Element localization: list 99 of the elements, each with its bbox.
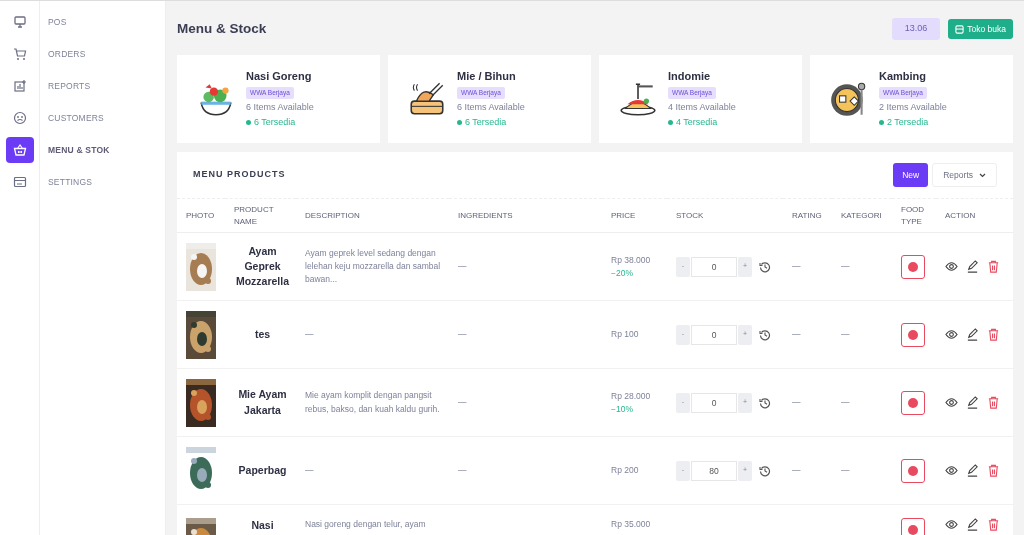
category-name: Indomie bbox=[668, 69, 711, 85]
sidebar-item[interactable]: POS bbox=[40, 9, 165, 35]
status-dot bbox=[668, 120, 673, 126]
view-icon[interactable] bbox=[945, 396, 958, 409]
category-name: Nasi Goreng bbox=[246, 69, 312, 85]
history-icon[interactable] bbox=[759, 260, 771, 273]
price-text: Rp 28.000 bbox=[611, 389, 652, 403]
new-button[interactable]: New bbox=[893, 162, 929, 188]
category-text: — bbox=[841, 329, 850, 340]
category-text: — bbox=[841, 397, 850, 408]
sidebar-item[interactable]: REPORTS bbox=[40, 73, 165, 99]
available-count: 4 Tersedia bbox=[676, 116, 718, 130]
view-icon[interactable] bbox=[945, 518, 958, 531]
price-text: Rp 35.000 bbox=[611, 518, 652, 531]
edit-icon[interactable] bbox=[966, 328, 979, 341]
store-open-button[interactable]: Toko buka bbox=[948, 18, 1013, 40]
category-name: Mie / Bihun bbox=[457, 69, 516, 85]
items-count: 6 Items Available bbox=[457, 100, 525, 114]
column-header: INGREDIENTS bbox=[458, 210, 513, 220]
stock-field[interactable]: 0 bbox=[691, 256, 737, 277]
column-header: ACTION bbox=[945, 210, 976, 220]
rating-text: — bbox=[792, 397, 801, 408]
reports-dropdown[interactable]: Reports bbox=[932, 162, 997, 188]
sidebar-item[interactable]: CUSTOMERS bbox=[40, 105, 165, 131]
column-header: FOOD TYPE bbox=[901, 205, 925, 226]
price-text: Rp 38.000 bbox=[611, 253, 652, 267]
discount-text: −20% bbox=[611, 266, 634, 280]
ingredients-text: — bbox=[458, 465, 467, 476]
available-count: 6 Tersedia bbox=[254, 116, 296, 130]
sidebar-item[interactable]: SETTINGS bbox=[40, 169, 165, 195]
card-icon bbox=[12, 175, 27, 189]
history-icon[interactable] bbox=[759, 396, 771, 409]
product-name: Mie Ayam Jakarta bbox=[237, 387, 288, 418]
discount-text: −10% bbox=[611, 402, 634, 416]
category-text: — bbox=[841, 261, 850, 272]
stock-field[interactable]: 0 bbox=[691, 324, 737, 345]
view-icon[interactable] bbox=[945, 328, 958, 341]
column-header: STOCK bbox=[676, 210, 704, 220]
stock-field[interactable]: 80 bbox=[691, 460, 737, 481]
rating-text: — bbox=[792, 261, 801, 272]
ingredients-text: — bbox=[458, 397, 467, 408]
status-dot bbox=[246, 120, 251, 126]
items-count: 4 Items Available bbox=[668, 100, 736, 114]
column-header: DESCRIPTION bbox=[305, 210, 360, 220]
section-title: MENU PRODUCTS bbox=[193, 168, 286, 182]
nav-button[interactable] bbox=[5, 137, 34, 163]
delete-icon[interactable] bbox=[987, 464, 1000, 477]
delete-icon[interactable] bbox=[987, 260, 1000, 273]
view-icon[interactable] bbox=[945, 260, 958, 273]
column-header: PHOTO bbox=[186, 210, 215, 220]
chevron-down-icon bbox=[979, 172, 986, 178]
product-description: Nasi goreng dengan telur, ayam bbox=[305, 518, 427, 531]
store-icon bbox=[955, 24, 965, 34]
history-icon[interactable] bbox=[759, 328, 771, 341]
product-description: Ayam geprek level sedang dengan lelehan keju mozzarella dan sambal bawan... bbox=[305, 246, 442, 287]
delete-icon[interactable] bbox=[987, 396, 1000, 409]
smiley-icon bbox=[12, 111, 27, 125]
ingredients-text: — bbox=[458, 329, 467, 340]
product-description: — bbox=[305, 327, 315, 341]
price-text: Rp 200 bbox=[611, 464, 640, 477]
cart-icon bbox=[12, 47, 27, 61]
status-dot bbox=[457, 120, 462, 126]
product-description: Mie ayam komplit dengan pangsit rebus, bakso, dan kuah kaldu gurih. bbox=[305, 389, 441, 416]
monitor-icon bbox=[12, 15, 27, 29]
column-header: KATEGORI bbox=[841, 210, 882, 220]
edit-icon[interactable] bbox=[966, 396, 979, 409]
stock-field[interactable]: 0 bbox=[691, 392, 737, 413]
page-title: Menu & Stock bbox=[177, 20, 267, 38]
product-name: tes bbox=[253, 326, 272, 342]
available-count: 6 Tersedia bbox=[465, 116, 507, 130]
product-name: Ayam Geprek Mozzarella bbox=[234, 243, 291, 290]
ingredients-text: — bbox=[458, 261, 467, 272]
column-header: PRODUCT NAME bbox=[234, 205, 274, 226]
sidebar-item[interactable]: MENU & STOK bbox=[40, 137, 165, 163]
rating-text: — bbox=[792, 465, 801, 476]
column-header: RATING bbox=[792, 210, 822, 220]
available-count: 2 Tersedia bbox=[887, 116, 929, 130]
basket-icon bbox=[12, 143, 27, 157]
items-count: 2 Items Available bbox=[879, 100, 947, 114]
product-description: — bbox=[305, 463, 315, 477]
delete-icon[interactable] bbox=[987, 518, 1000, 531]
chart-icon bbox=[12, 79, 27, 93]
product-name: Nasi bbox=[250, 518, 275, 533]
edit-icon[interactable] bbox=[966, 518, 979, 531]
time-badge: 13.06 bbox=[891, 18, 941, 40]
category-text: — bbox=[841, 465, 850, 476]
price-text: Rp 100 bbox=[611, 328, 640, 341]
column-header: PRICE bbox=[611, 210, 636, 220]
delete-icon[interactable] bbox=[987, 328, 1000, 341]
view-icon[interactable] bbox=[945, 464, 958, 477]
items-count: 6 Items Available bbox=[246, 100, 314, 114]
sidebar-item[interactable]: ORDERS bbox=[40, 41, 165, 67]
edit-icon[interactable] bbox=[966, 260, 979, 273]
status-dot bbox=[879, 120, 884, 126]
history-icon[interactable] bbox=[759, 464, 771, 477]
edit-icon[interactable] bbox=[966, 464, 979, 477]
rating-text: — bbox=[792, 329, 801, 340]
product-name: Paperbag bbox=[237, 462, 288, 478]
category-name: Kambing bbox=[879, 69, 927, 85]
